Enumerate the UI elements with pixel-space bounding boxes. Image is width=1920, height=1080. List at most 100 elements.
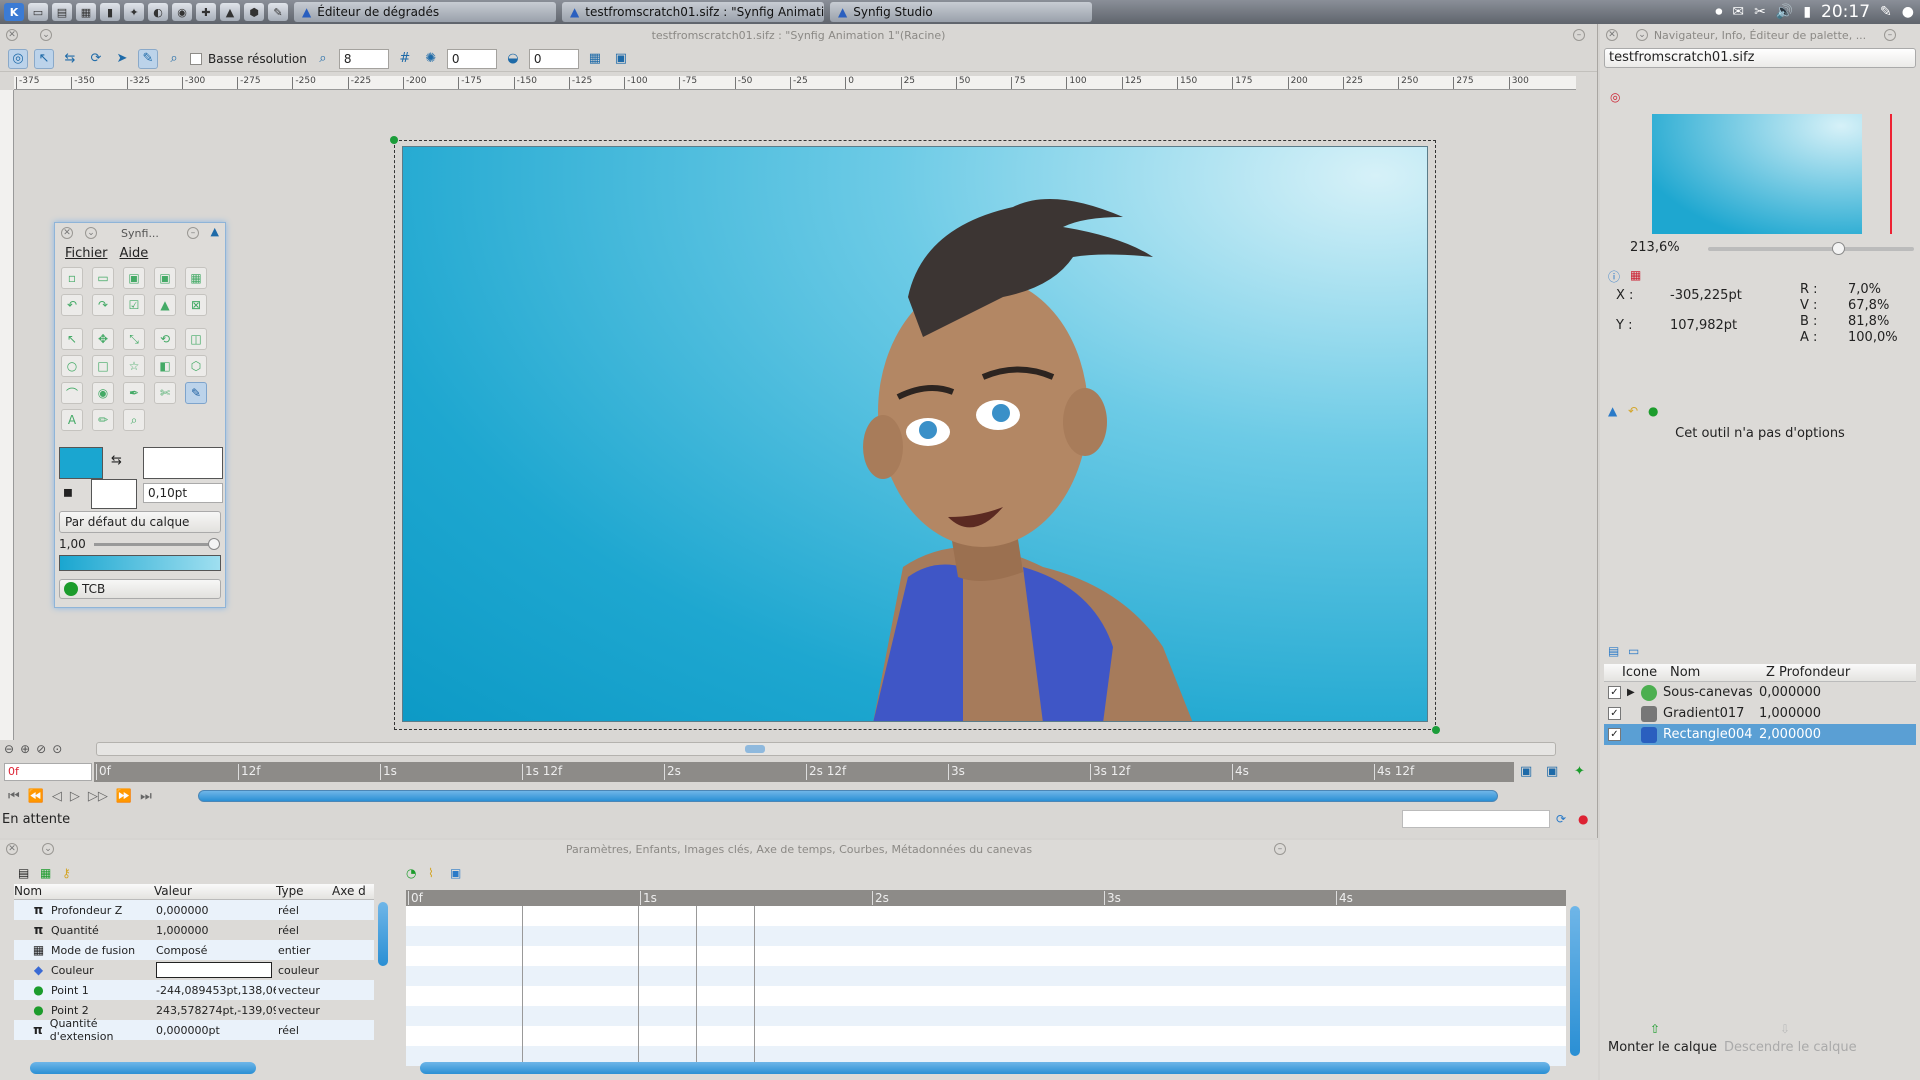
menu-fichier[interactable]: Fichier	[65, 246, 108, 261]
menu-icon[interactable]: ⌄	[85, 227, 97, 239]
interpolation-select[interactable]: TCB	[59, 579, 221, 599]
position-ducks-icon[interactable]: ↖	[34, 48, 54, 69]
fill-color-swatch[interactable]	[143, 447, 223, 479]
col-name[interactable]: Nom	[1670, 665, 1766, 680]
text-tool-icon[interactable]: A	[61, 409, 83, 431]
opacity-slider-knob[interactable]	[207, 537, 220, 550]
chat-icon[interactable]: ✉	[1732, 4, 1744, 20]
canvas-bottom-right-handle[interactable]	[1432, 726, 1440, 734]
navigator-tab-icon[interactable]: ◎	[1610, 90, 1620, 104]
children-tab-icon[interactable]: ▦	[40, 866, 51, 880]
next-keyframe-icon[interactable]: ⏩	[116, 789, 132, 804]
param-value[interactable]: 243,578274pt,-139,0909	[154, 1004, 276, 1017]
window-title-bar[interactable]: ✕ ⌄ testfromscratch01.sifz : "Synfig Ani…	[0, 24, 1597, 46]
param-row[interactable]: π Profondeur Z 0,000000 réel	[14, 900, 374, 920]
launcher-icon[interactable]: ✚	[196, 3, 216, 21]
seek-end-icon[interactable]: ⏭	[140, 789, 152, 804]
launcher-icon[interactable]: ◐	[148, 3, 168, 21]
save-as-icon[interactable]: ▣	[154, 267, 176, 289]
col-valeur[interactable]: Valeur	[154, 884, 276, 899]
launcher-icon[interactable]: ⬢	[244, 3, 264, 21]
spline-tool-icon[interactable]: ⌒	[61, 382, 83, 404]
col-icon[interactable]: Icone	[1622, 665, 1670, 680]
low-resolution-checkbox[interactable]	[190, 52, 202, 65]
seek-begin-icon[interactable]: ⏮	[8, 789, 20, 804]
stop-icon[interactable]: ●	[1578, 812, 1588, 826]
layer-row-selected[interactable]: ✓ Rectangle004 2,000000	[1604, 724, 1916, 745]
volume-icon[interactable]: 🔊	[1776, 4, 1793, 20]
render-icon[interactable]: ▦	[585, 49, 605, 69]
param-row[interactable]: ● Point 1 -244,089453pt,138,0683 vecteur	[14, 980, 374, 1000]
col-z-depth[interactable]: Z Profondeur	[1766, 665, 1906, 680]
tangent-ducks-icon[interactable]: ⇆	[60, 49, 80, 69]
bottom-dock-title-bar[interactable]: ✕ ⌄ Paramètres, Enfants, Images clés, Ax…	[0, 840, 1598, 858]
timetrack-ruler[interactable]: 0f 1s 2s 3s 4s	[406, 890, 1566, 906]
param-value[interactable]: -244,089453pt,138,0683	[154, 984, 276, 997]
param-row[interactable]: ▦ Mode de fusion Composé entier	[14, 940, 374, 960]
kde-menu-icon[interactable]: K	[4, 3, 24, 21]
param-color-value[interactable]	[154, 962, 276, 978]
sketch-tool-icon[interactable]: ✏	[92, 409, 114, 431]
eyedropper-tool-icon[interactable]: ✎	[185, 382, 207, 404]
scale-tool-icon[interactable]: ⤡	[123, 328, 145, 350]
open-file-icon[interactable]: ▭	[92, 267, 114, 289]
task-gradient-editor[interactable]: ▲ Éditeur de dégradés	[294, 2, 556, 22]
current-frame-input[interactable]: 0f	[4, 763, 92, 781]
record-icon[interactable]: ⏺	[1715, 4, 1722, 20]
play-icon[interactable]: ▷	[70, 789, 80, 804]
fill-tool-icon[interactable]: ◉	[92, 382, 114, 404]
circle-tool-icon[interactable]: ○	[61, 355, 83, 377]
timetrack-horizontal-scrollbar[interactable]	[420, 1062, 1550, 1074]
param-row[interactable]: ◆ Couleur couleur	[14, 960, 374, 980]
zoom-in-icon[interactable]: ⊕	[20, 742, 30, 756]
width-ducks-icon[interactable]: ➤	[112, 49, 132, 69]
zoom-tool-icon[interactable]: ⌕	[123, 409, 145, 431]
next-frame-icon[interactable]: ▷▷	[88, 789, 108, 804]
timetrack-vertical-scrollbar[interactable]	[1570, 906, 1580, 1056]
save-all-icon[interactable]: ▦	[185, 267, 207, 289]
minimize-icon[interactable]: –	[1884, 29, 1896, 41]
refresh-icon[interactable]: ⟳	[1556, 812, 1566, 826]
reset-colors-icon[interactable]: ◼	[63, 485, 73, 499]
launcher-icon[interactable]: ✎	[268, 3, 288, 21]
menu-aide[interactable]: Aide	[120, 246, 149, 261]
prev-keyframe-icon[interactable]: ⏪	[28, 789, 44, 804]
about-icon[interactable]: ▲	[154, 294, 176, 316]
setup-icon[interactable]: ☑	[123, 294, 145, 316]
firefox-icon[interactable]: ◉	[172, 3, 192, 21]
launcher-icon[interactable]: ✦	[124, 3, 144, 21]
param-value[interactable]: 0,000000	[154, 904, 276, 917]
param-value[interactable]: Composé	[154, 944, 276, 957]
battery-icon[interactable]: ▮	[1803, 4, 1811, 20]
grid-icon[interactable]: #	[395, 49, 415, 69]
curves-tab-icon[interactable]: ⌇	[428, 866, 434, 880]
quit-icon[interactable]: ⊠	[185, 294, 207, 316]
color-swatch[interactable]	[156, 962, 272, 978]
canvas-browser-tab-icon[interactable]: ●	[1648, 404, 1658, 418]
raise-layer-button[interactable]: Monter le calque	[1608, 1040, 1717, 1055]
keyframes-tab-icon[interactable]: ⚷	[62, 866, 71, 880]
synfig-icon[interactable]: ▲	[220, 3, 240, 21]
minimize-icon[interactable]: –	[1274, 843, 1286, 855]
menu-icon[interactable]: ⌄	[42, 843, 54, 855]
canvas-horizontal-scrollbar[interactable]	[96, 742, 1556, 756]
launcher-icon[interactable]: ▦	[76, 3, 96, 21]
rectangle-tool-icon[interactable]: □	[92, 355, 114, 377]
status-icon[interactable]: ●	[1902, 4, 1914, 20]
prev-frame-icon[interactable]: ◁	[52, 789, 62, 804]
tool-options-tab-icon[interactable]: ▲	[1608, 404, 1617, 418]
keyframe-line[interactable]	[522, 906, 523, 1062]
timetrack-tab-icon[interactable]: ◔	[406, 866, 416, 880]
default-fill-swatch[interactable]	[91, 479, 137, 509]
params-vertical-scrollbar[interactable]	[378, 902, 388, 966]
canvas-top-left-handle[interactable]	[390, 136, 398, 144]
navigator-preview[interactable]	[1652, 114, 1892, 234]
col-axe[interactable]: Axe d	[332, 884, 374, 899]
resolution-spin[interactable]: 8	[338, 48, 389, 69]
timetrack-area[interactable]: 0f 1s 2s 3s 4s	[406, 890, 1566, 1066]
param-row[interactable]: π Quantité d'extension 0,000000pt réel	[14, 1017, 374, 1043]
close-icon[interactable]: ✕	[1606, 29, 1618, 41]
zoom-reset-icon[interactable]: ⊙	[52, 742, 62, 756]
new-file-icon[interactable]: ▫	[61, 267, 83, 289]
transform-tool-icon[interactable]: ↖	[61, 328, 83, 350]
